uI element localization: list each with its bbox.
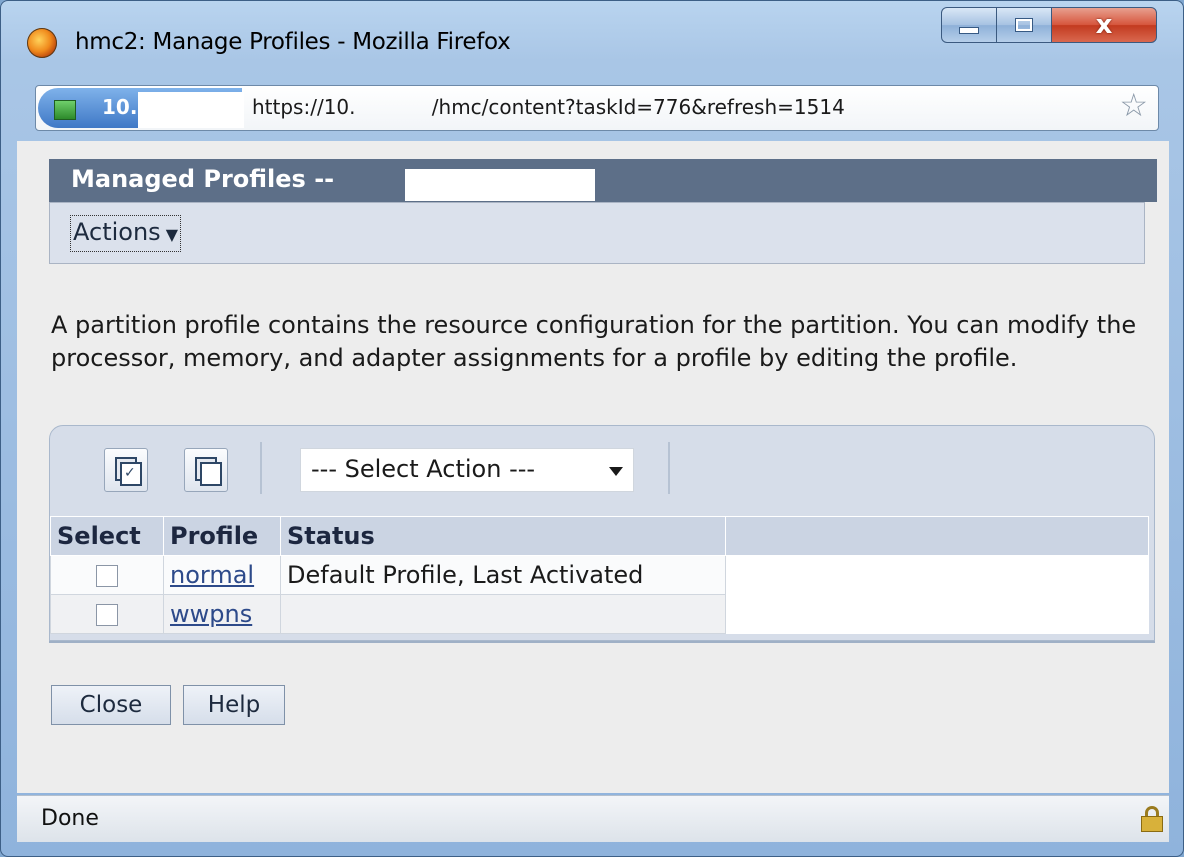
redacted-system-name <box>405 169 595 201</box>
status-cell: Default Profile, Last Activated <box>280 555 726 595</box>
row-checkbox[interactable] <box>96 565 118 587</box>
table-row: wwpns <box>50 594 1149 634</box>
dropdown-arrow-icon <box>609 467 623 476</box>
page-description: A partition profile contains the resourc… <box>51 311 1137 372</box>
deselect-all-button[interactable] <box>184 448 228 492</box>
site-identity-icon <box>54 100 76 120</box>
status-cell <box>280 594 726 634</box>
table-bottom-border <box>49 641 1155 643</box>
close-button[interactable]: Close <box>51 685 171 725</box>
profiles-table-panel: ✓ --- Select Action --- Select Profile S… <box>49 425 1155 641</box>
row-checkbox[interactable] <box>96 604 118 626</box>
actions-menu-label: Actions <box>73 218 161 246</box>
toolbar-separator <box>668 442 670 494</box>
profile-cell: wwpns <box>163 594 281 634</box>
close-icon: x <box>1095 10 1113 40</box>
star-icon[interactable]: ☆ <box>1119 89 1148 121</box>
status-bar: Done <box>17 795 1169 842</box>
select-all-button[interactable]: ✓ <box>104 448 148 492</box>
minimize-icon <box>959 26 979 34</box>
empty-cell <box>725 555 1149 595</box>
select-action-label: --- Select Action --- <box>311 455 536 483</box>
profile-link[interactable]: wwpns <box>170 600 252 628</box>
help-button[interactable]: Help <box>183 685 285 725</box>
toolbar-separator <box>260 442 262 494</box>
profile-cell: normal <box>163 555 281 595</box>
page-content: Managed Profiles -- Actions ▼ A partitio… <box>17 141 1169 793</box>
title-bar[interactable]: hmc2: Manage Profiles - Mozilla Firefox … <box>1 1 1183 81</box>
site-identity-label: 10. <box>102 95 138 119</box>
column-header-profile[interactable]: Profile <box>163 516 281 556</box>
empty-cell <box>725 594 1149 634</box>
table-row: normal Default Profile, Last Activated <box>50 555 1149 595</box>
redacted-host <box>138 92 244 128</box>
chevron-down-icon: ▼ <box>160 225 179 244</box>
lock-icon[interactable] <box>1141 806 1163 832</box>
maximize-button[interactable] <box>996 7 1052 43</box>
profiles-table: Select Profile Status normal Default Pro… <box>50 516 1149 634</box>
column-header-filler <box>725 516 1149 556</box>
site-identity-button[interactable]: 10. <box>38 88 244 128</box>
page-header: Managed Profiles -- <box>49 159 1157 202</box>
select-action-dropdown[interactable]: --- Select Action --- <box>300 448 634 492</box>
status-text: Done <box>41 806 99 831</box>
column-header-status[interactable]: Status <box>280 516 726 556</box>
select-cell <box>50 594 164 634</box>
close-window-button[interactable]: x <box>1051 7 1157 43</box>
page-title: Managed Profiles -- <box>71 165 335 193</box>
browser-window: hmc2: Manage Profiles - Mozilla Firefox … <box>0 0 1184 857</box>
select-cell <box>50 555 164 595</box>
actions-bar: Actions ▼ <box>49 202 1145 264</box>
minimize-button[interactable] <box>941 7 997 43</box>
address-bar[interactable]: 10. https://10. /hmc/content?taskId=776&… <box>35 85 1159 131</box>
window-title: hmc2: Manage Profiles - Mozilla Firefox <box>75 29 511 55</box>
firefox-logo-icon <box>27 28 57 58</box>
profile-link[interactable]: normal <box>170 561 254 589</box>
maximize-icon <box>1015 18 1033 32</box>
column-header-select[interactable]: Select <box>50 516 164 556</box>
url-text[interactable]: https://10. /hmc/content?taskId=776&refr… <box>252 95 845 119</box>
actions-menu[interactable]: Actions ▼ <box>70 215 182 252</box>
